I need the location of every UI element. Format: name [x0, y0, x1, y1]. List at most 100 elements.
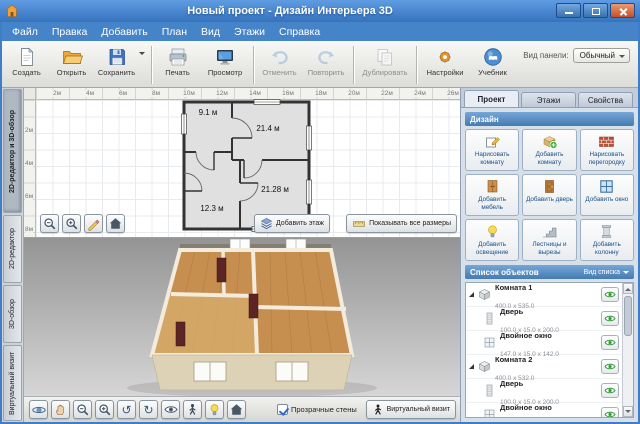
- tab-project[interactable]: Проект: [464, 90, 519, 107]
- draw-room-button[interactable]: Нарисовать комнату: [465, 129, 519, 171]
- menu-plan[interactable]: План: [155, 22, 194, 41]
- window-title: Новый проект - Дизайн Интерьера 3D: [30, 0, 550, 22]
- menu-floors[interactable]: Этажи: [227, 22, 272, 41]
- object-list-scrollbar[interactable]: [622, 283, 633, 417]
- eye-icon: [604, 386, 616, 395]
- scroll-up-button[interactable]: [623, 283, 633, 294]
- tab-properties[interactable]: Свойства: [578, 92, 633, 107]
- save-button[interactable]: Сохранить: [94, 44, 139, 77]
- visibility-toggle[interactable]: [601, 383, 619, 398]
- room-label-2: 21.4 м: [256, 124, 279, 133]
- plan-2d-viewport[interactable]: 2м 4м 6м 8м 10м 12м 14м 16м 18м 20м 22м …: [24, 88, 460, 238]
- maximize-icon: [592, 8, 600, 15]
- home-view-button[interactable]: [106, 214, 125, 233]
- duplicate-icon: [374, 45, 396, 68]
- list-view-dropdown[interactable]: Вид списка: [584, 268, 629, 277]
- undo-button[interactable]: Отменить: [257, 44, 302, 77]
- transparent-walls-checkbox[interactable]: [277, 404, 288, 415]
- zoom-out-3d-button[interactable]: [73, 400, 92, 419]
- tab-2d-3d-editor[interactable]: 2D-редактор и 3D-обзор: [3, 89, 22, 213]
- maximize-button[interactable]: [583, 3, 608, 18]
- objects-section-header: Список объектов Вид списка: [465, 265, 634, 279]
- menu-add[interactable]: Добавить: [94, 22, 154, 41]
- visibility-toggle[interactable]: [601, 287, 619, 302]
- visibility-toggle[interactable]: [601, 407, 619, 418]
- stairs-icon: [541, 223, 558, 240]
- duplicate-button[interactable]: Дублировать: [357, 44, 413, 77]
- view-3d-viewport[interactable]: [24, 238, 460, 396]
- stairs-openings-button[interactable]: Лестницы и вырезы: [522, 219, 576, 261]
- rotate-left-button[interactable]: ↺: [117, 400, 136, 419]
- expand-arrow-icon[interactable]: [469, 292, 474, 297]
- zoom-out-button[interactable]: [40, 214, 59, 233]
- show-dimensions-button[interactable]: Показывать все размеры: [346, 214, 457, 233]
- tab-virtual-visit[interactable]: Виртуальный визит: [3, 345, 22, 421]
- main-area: 2D-редактор и 3D-обзор 2D-редактор 3D-об…: [2, 88, 638, 422]
- transparent-walls-toggle[interactable]: Прозрачные стены: [277, 404, 357, 415]
- print-button[interactable]: Печать: [155, 44, 200, 77]
- eye-icon: [604, 290, 616, 299]
- view-panel-select[interactable]: Обычный: [573, 48, 630, 63]
- scroll-thumb[interactable]: [624, 296, 632, 336]
- list-item-window-1[interactable]: Двойное окно147.0 x 15.0 x 142.0: [466, 331, 622, 355]
- tab-floors[interactable]: Этажи: [521, 92, 576, 107]
- view-from-eyes-button[interactable]: [161, 400, 180, 419]
- tutorial-button[interactable]: Учебник: [470, 44, 515, 77]
- toolbar-separator: [151, 46, 152, 84]
- window-icon: [598, 178, 615, 195]
- app-window: Новый проект - Дизайн Интерьера 3D Файл …: [0, 0, 640, 424]
- room-label-4: 12.3 м: [200, 204, 223, 213]
- measure-tool-button[interactable]: [84, 214, 103, 233]
- menu-help[interactable]: Справка: [272, 22, 327, 41]
- light-bulb-icon: [208, 403, 221, 417]
- toolbar-separator: [253, 46, 254, 84]
- scroll-down-button[interactable]: [623, 406, 633, 417]
- draw-partition-button[interactable]: Нарисовать перегородку: [580, 129, 634, 171]
- gear-icon: [434, 45, 456, 68]
- menu-file[interactable]: Файл: [5, 22, 45, 41]
- pencil-ruler-icon: [87, 217, 101, 231]
- add-floor-button[interactable]: Добавить этаж: [254, 214, 330, 233]
- titlebar[interactable]: Новый проект - Дизайн Интерьера 3D: [0, 0, 640, 22]
- minimize-button[interactable]: [556, 3, 581, 18]
- orbit-button[interactable]: [29, 400, 48, 419]
- redo-button[interactable]: Повторить: [302, 44, 350, 77]
- list-item-window-2[interactable]: Двойное окно147.0 x 15.0 x 142.0: [466, 403, 622, 418]
- rotate-right-button[interactable]: ↻: [139, 400, 158, 419]
- virtual-visit-button[interactable]: Виртуальный визит: [366, 400, 456, 419]
- expand-arrow-icon[interactable]: [469, 364, 474, 369]
- add-column-button[interactable]: Добавить колонну: [580, 219, 634, 261]
- room-object-icon: [476, 359, 492, 374]
- new-button[interactable]: Создать: [4, 44, 49, 77]
- visibility-toggle[interactable]: [601, 335, 619, 350]
- settings-button[interactable]: Настройки: [420, 44, 470, 77]
- preview-button[interactable]: Просмотр: [200, 44, 250, 77]
- zoom-in-3d-button[interactable]: [95, 400, 114, 419]
- eye-icon: [164, 404, 178, 415]
- add-furniture-button[interactable]: Добавить мебель: [465, 174, 519, 216]
- close-button[interactable]: [610, 3, 635, 18]
- visibility-toggle[interactable]: [601, 359, 619, 374]
- window-object-icon: [481, 407, 497, 418]
- lighting-button[interactable]: [205, 400, 224, 419]
- add-window-button[interactable]: Добавить окно: [580, 174, 634, 216]
- add-lighting-button[interactable]: Добавить освещение: [465, 219, 519, 261]
- walk-view-button[interactable]: [183, 400, 202, 419]
- visibility-toggle[interactable]: [601, 311, 619, 326]
- right-panel: Проект Этажи Свойства Дизайн Нарисовать …: [460, 88, 638, 422]
- menu-view[interactable]: Вид: [194, 22, 227, 41]
- save-dropdown-button[interactable]: [139, 44, 148, 73]
- pan-button[interactable]: [51, 400, 70, 419]
- zoom-in-button[interactable]: [62, 214, 81, 233]
- view-panel-label: Вид панели:: [523, 51, 568, 60]
- redo-icon: [315, 45, 337, 68]
- person-icon: [186, 403, 199, 416]
- add-room-button[interactable]: Добавить комнату: [522, 129, 576, 171]
- home-view-3d-button[interactable]: [227, 400, 246, 419]
- menu-edit[interactable]: Правка: [45, 22, 94, 41]
- open-button[interactable]: Открыть: [49, 44, 94, 77]
- room-object-icon: [476, 287, 492, 302]
- add-door-button[interactable]: Добавить дверь: [522, 174, 576, 216]
- tab-3d-view[interactable]: 3D-обзор: [3, 285, 22, 343]
- tab-2d-editor[interactable]: 2D-редактор: [3, 215, 22, 283]
